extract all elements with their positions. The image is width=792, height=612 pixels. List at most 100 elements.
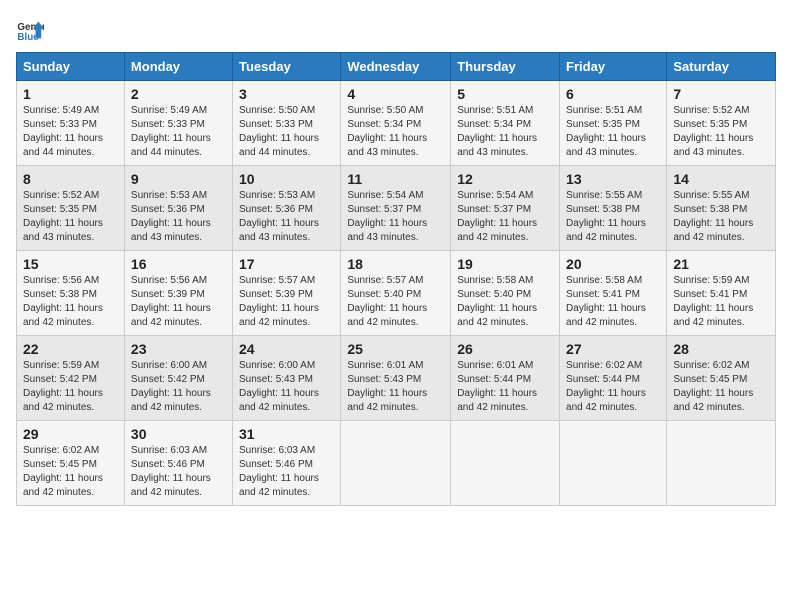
day-info: Sunrise: 5:53 AMSunset: 5:36 PMDaylight:… (239, 189, 334, 245)
day-info: Sunrise: 5:58 AMSunset: 5:41 PMDaylight:… (566, 274, 660, 330)
day-info: Sunrise: 6:03 AMSunset: 5:46 PMDaylight:… (131, 444, 226, 500)
day-info: Sunrise: 6:02 AMSunset: 5:44 PMDaylight:… (566, 359, 660, 415)
day-number: 13 (566, 171, 660, 187)
calendar-cell: 6 Sunrise: 5:51 AMSunset: 5:35 PMDayligh… (560, 81, 667, 166)
calendar-cell: 19 Sunrise: 5:58 AMSunset: 5:40 PMDaylig… (451, 251, 560, 336)
day-info: Sunrise: 5:58 AMSunset: 5:40 PMDaylight:… (457, 274, 553, 330)
calendar-header-row: SundayMondayTuesdayWednesdayThursdayFrid… (17, 53, 776, 81)
calendar-cell: 21 Sunrise: 5:59 AMSunset: 5:41 PMDaylig… (667, 251, 776, 336)
calendar-week-row: 1 Sunrise: 5:49 AMSunset: 5:33 PMDayligh… (17, 81, 776, 166)
calendar-cell: 10 Sunrise: 5:53 AMSunset: 5:36 PMDaylig… (233, 166, 341, 251)
calendar-cell: 9 Sunrise: 5:53 AMSunset: 5:36 PMDayligh… (124, 166, 232, 251)
day-info: Sunrise: 5:54 AMSunset: 5:37 PMDaylight:… (347, 189, 444, 245)
header-sunday: Sunday (17, 53, 125, 81)
logo-icon: General Blue (16, 16, 44, 44)
calendar-cell (341, 421, 451, 506)
calendar-cell: 31 Sunrise: 6:03 AMSunset: 5:46 PMDaylig… (233, 421, 341, 506)
calendar-week-row: 29 Sunrise: 6:02 AMSunset: 5:45 PMDaylig… (17, 421, 776, 506)
day-info: Sunrise: 5:57 AMSunset: 5:40 PMDaylight:… (347, 274, 444, 330)
calendar-cell: 5 Sunrise: 5:51 AMSunset: 5:34 PMDayligh… (451, 81, 560, 166)
day-info: Sunrise: 5:52 AMSunset: 5:35 PMDaylight:… (673, 104, 769, 160)
calendar-cell: 28 Sunrise: 6:02 AMSunset: 5:45 PMDaylig… (667, 336, 776, 421)
day-number: 21 (673, 256, 769, 272)
day-info: Sunrise: 5:50 AMSunset: 5:34 PMDaylight:… (347, 104, 444, 160)
calendar-week-row: 22 Sunrise: 5:59 AMSunset: 5:42 PMDaylig… (17, 336, 776, 421)
calendar-cell: 30 Sunrise: 6:03 AMSunset: 5:46 PMDaylig… (124, 421, 232, 506)
day-number: 5 (457, 86, 553, 102)
calendar-cell: 26 Sunrise: 6:01 AMSunset: 5:44 PMDaylig… (451, 336, 560, 421)
calendar-cell: 13 Sunrise: 5:55 AMSunset: 5:38 PMDaylig… (560, 166, 667, 251)
calendar-cell: 4 Sunrise: 5:50 AMSunset: 5:34 PMDayligh… (341, 81, 451, 166)
day-info: Sunrise: 6:00 AMSunset: 5:42 PMDaylight:… (131, 359, 226, 415)
day-number: 20 (566, 256, 660, 272)
calendar-cell: 24 Sunrise: 6:00 AMSunset: 5:43 PMDaylig… (233, 336, 341, 421)
day-info: Sunrise: 5:56 AMSunset: 5:39 PMDaylight:… (131, 274, 226, 330)
day-number: 28 (673, 341, 769, 357)
page-header: General Blue (16, 16, 776, 44)
day-number: 8 (23, 171, 118, 187)
day-info: Sunrise: 5:49 AMSunset: 5:33 PMDaylight:… (23, 104, 118, 160)
day-number: 16 (131, 256, 226, 272)
day-info: Sunrise: 5:51 AMSunset: 5:35 PMDaylight:… (566, 104, 660, 160)
day-info: Sunrise: 6:00 AMSunset: 5:43 PMDaylight:… (239, 359, 334, 415)
day-info: Sunrise: 6:02 AMSunset: 5:45 PMDaylight:… (673, 359, 769, 415)
day-number: 18 (347, 256, 444, 272)
calendar-cell: 12 Sunrise: 5:54 AMSunset: 5:37 PMDaylig… (451, 166, 560, 251)
day-info: Sunrise: 5:53 AMSunset: 5:36 PMDaylight:… (131, 189, 226, 245)
day-info: Sunrise: 6:03 AMSunset: 5:46 PMDaylight:… (239, 444, 334, 500)
day-info: Sunrise: 5:55 AMSunset: 5:38 PMDaylight:… (673, 189, 769, 245)
day-number: 23 (131, 341, 226, 357)
day-info: Sunrise: 5:54 AMSunset: 5:37 PMDaylight:… (457, 189, 553, 245)
day-number: 15 (23, 256, 118, 272)
header-saturday: Saturday (667, 53, 776, 81)
day-number: 2 (131, 86, 226, 102)
day-number: 10 (239, 171, 334, 187)
day-info: Sunrise: 5:52 AMSunset: 5:35 PMDaylight:… (23, 189, 118, 245)
calendar-cell: 16 Sunrise: 5:56 AMSunset: 5:39 PMDaylig… (124, 251, 232, 336)
calendar-cell: 25 Sunrise: 6:01 AMSunset: 5:43 PMDaylig… (341, 336, 451, 421)
header-thursday: Thursday (451, 53, 560, 81)
day-number: 11 (347, 171, 444, 187)
day-info: Sunrise: 5:49 AMSunset: 5:33 PMDaylight:… (131, 104, 226, 160)
calendar-cell: 17 Sunrise: 5:57 AMSunset: 5:39 PMDaylig… (233, 251, 341, 336)
day-number: 25 (347, 341, 444, 357)
day-info: Sunrise: 6:01 AMSunset: 5:43 PMDaylight:… (347, 359, 444, 415)
day-number: 4 (347, 86, 444, 102)
calendar-cell: 23 Sunrise: 6:00 AMSunset: 5:42 PMDaylig… (124, 336, 232, 421)
calendar-cell (560, 421, 667, 506)
calendar-cell: 20 Sunrise: 5:58 AMSunset: 5:41 PMDaylig… (560, 251, 667, 336)
day-number: 3 (239, 86, 334, 102)
day-number: 24 (239, 341, 334, 357)
day-number: 22 (23, 341, 118, 357)
header-monday: Monday (124, 53, 232, 81)
calendar-cell: 8 Sunrise: 5:52 AMSunset: 5:35 PMDayligh… (17, 166, 125, 251)
day-info: Sunrise: 6:01 AMSunset: 5:44 PMDaylight:… (457, 359, 553, 415)
day-number: 6 (566, 86, 660, 102)
calendar-cell (451, 421, 560, 506)
day-number: 17 (239, 256, 334, 272)
day-number: 12 (457, 171, 553, 187)
calendar-cell: 29 Sunrise: 6:02 AMSunset: 5:45 PMDaylig… (17, 421, 125, 506)
calendar-cell: 11 Sunrise: 5:54 AMSunset: 5:37 PMDaylig… (341, 166, 451, 251)
day-number: 19 (457, 256, 553, 272)
calendar-cell: 18 Sunrise: 5:57 AMSunset: 5:40 PMDaylig… (341, 251, 451, 336)
day-info: Sunrise: 5:51 AMSunset: 5:34 PMDaylight:… (457, 104, 553, 160)
day-info: Sunrise: 6:02 AMSunset: 5:45 PMDaylight:… (23, 444, 118, 500)
day-number: 14 (673, 171, 769, 187)
day-number: 29 (23, 426, 118, 442)
day-number: 7 (673, 86, 769, 102)
day-number: 26 (457, 341, 553, 357)
calendar-cell: 22 Sunrise: 5:59 AMSunset: 5:42 PMDaylig… (17, 336, 125, 421)
day-info: Sunrise: 5:59 AMSunset: 5:42 PMDaylight:… (23, 359, 118, 415)
calendar-week-row: 8 Sunrise: 5:52 AMSunset: 5:35 PMDayligh… (17, 166, 776, 251)
day-number: 27 (566, 341, 660, 357)
calendar-cell: 14 Sunrise: 5:55 AMSunset: 5:38 PMDaylig… (667, 166, 776, 251)
day-info: Sunrise: 5:56 AMSunset: 5:38 PMDaylight:… (23, 274, 118, 330)
calendar-cell: 3 Sunrise: 5:50 AMSunset: 5:33 PMDayligh… (233, 81, 341, 166)
day-number: 9 (131, 171, 226, 187)
header-friday: Friday (560, 53, 667, 81)
calendar-week-row: 15 Sunrise: 5:56 AMSunset: 5:38 PMDaylig… (17, 251, 776, 336)
day-info: Sunrise: 5:57 AMSunset: 5:39 PMDaylight:… (239, 274, 334, 330)
calendar-cell: 27 Sunrise: 6:02 AMSunset: 5:44 PMDaylig… (560, 336, 667, 421)
day-number: 1 (23, 86, 118, 102)
